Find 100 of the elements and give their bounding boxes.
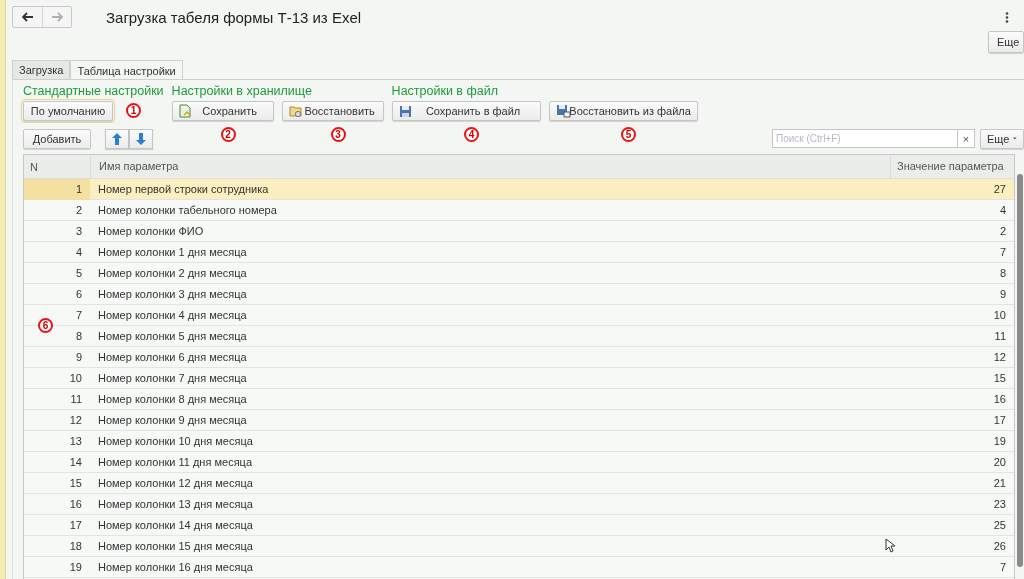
table-cell-text: 26 xyxy=(992,540,1007,552)
mouse-pointer-icon xyxy=(885,538,895,553)
table-cell-text: 6 xyxy=(74,288,83,300)
folder-gear-icon xyxy=(288,104,303,118)
table-cell-text: 7 xyxy=(998,246,1007,258)
table-cell-text: 15 xyxy=(992,372,1007,384)
table-cell-text: 23 xyxy=(992,498,1007,510)
table-cell-text: 18 xyxy=(68,540,83,552)
table-cell-text: 2 xyxy=(998,225,1007,237)
settings-button[interactable]: Сохранить в файл xyxy=(391,101,541,121)
table-cell: Номер колонки 3 дня месяца xyxy=(98,288,247,300)
annotation-marker: 3 xyxy=(330,127,346,142)
arrow-up-icon xyxy=(112,132,122,145)
table-cell-text: 13 xyxy=(68,435,83,447)
table-row[interactable]: 9 Номер колонки 6 дня месяца 12 xyxy=(24,347,1014,368)
caret-icon xyxy=(1013,137,1017,140)
table-row[interactable]: 5 Номер колонки 2 дня месяца 8 xyxy=(24,263,1014,284)
move-up-button[interactable] xyxy=(105,128,129,149)
arrow-right-icon xyxy=(51,12,63,22)
table-cell-text: 17 xyxy=(992,414,1007,426)
table-row[interactable]: 18 Номер колонки 15 дня месяца 26 xyxy=(24,536,1014,557)
table-cell: Номер колонки 2 дня месяца xyxy=(98,267,247,279)
table-cell-text: 8 xyxy=(74,330,83,342)
group-label: Стандартные настройки xyxy=(23,84,164,100)
table-cell: Номер колонки 9 дня месяца xyxy=(98,414,247,426)
table-cell: Номер колонки 13 дня месяца xyxy=(98,498,253,510)
table-cell-text: 21 xyxy=(992,477,1007,489)
settings-button[interactable]: Восстановить из файла xyxy=(548,101,698,121)
arrow-left-icon xyxy=(21,12,34,22)
annotation-marker: 2 xyxy=(220,127,236,142)
group-label: Настройки в файл xyxy=(391,84,499,100)
more-button[interactable]: Еще xyxy=(988,31,1024,53)
table-cell-text: 12 xyxy=(68,414,83,426)
table-cell-text: 10 xyxy=(992,309,1007,321)
table-cell: Номер колонки 8 дня месяца xyxy=(98,393,247,405)
table-cell-text: 3 xyxy=(74,225,83,237)
table-cell-text: 15 xyxy=(68,477,83,489)
column-header: Значение параметра xyxy=(890,155,1014,178)
menu-icon[interactable] xyxy=(1005,11,1009,23)
table-cell: Номер колонки 6 дня месяца xyxy=(98,351,247,363)
table-cell-text: 7 xyxy=(74,309,83,321)
table-cell-text: 11 xyxy=(993,330,1007,342)
table-cell: Номер колонки 10 дня месяца xyxy=(98,435,253,447)
group-label: Настройки в хранилище xyxy=(171,84,313,100)
search-field[interactable]: Поиск (Ctrl+F) xyxy=(772,129,958,148)
tab[interactable]: Загрузка xyxy=(12,60,71,79)
table-cell: Номер колонки 11 дня месяца xyxy=(98,456,252,468)
clear-button[interactable]: × xyxy=(958,129,975,148)
table-cell: Номер колонки 15 дня месяца xyxy=(98,540,253,552)
table-cell: 1 xyxy=(24,178,90,200)
table-cell-text: 5 xyxy=(74,267,83,279)
table-cell-text: 12 xyxy=(992,351,1007,363)
annotation-marker: 1 xyxy=(126,103,141,118)
floppy-disk-icon xyxy=(555,104,571,118)
table-cell-text: 2 xyxy=(74,204,83,216)
table-cell-text: 19 xyxy=(992,435,1007,447)
table-row[interactable]: 19 Номер колонки 16 дня месяца 7 xyxy=(24,557,1014,578)
table-row[interactable]: 12 Номер колонки 9 дня месяца 17 xyxy=(24,410,1014,431)
table-cell-text: 4 xyxy=(74,246,83,258)
table-cell-text: 7 xyxy=(998,561,1007,573)
document-icon xyxy=(178,104,191,118)
table-row[interactable]: 14 Номер колонки 11 дня месяца 20 xyxy=(24,452,1014,473)
table-cell: Номер колонки табельного номера xyxy=(98,204,277,216)
table-row[interactable]: 4 Номер колонки 1 дня месяца 7 xyxy=(24,242,1014,263)
table-cell-text: 27 xyxy=(992,183,1007,195)
table-row[interactable]: 10 Номер колонки 7 дня месяца 15 xyxy=(24,368,1014,389)
settings-button[interactable]: Сохранить xyxy=(171,101,274,121)
more-button[interactable]: Еще xyxy=(980,128,1024,149)
annotation-marker: 4 xyxy=(464,127,480,142)
table-cell-text: 16 xyxy=(68,498,83,510)
table-row[interactable]: 11 Номер колонки 8 дня месяца 16 xyxy=(24,389,1014,410)
window-title: Загрузка табеля формы Т-13 из Exel xyxy=(106,8,362,26)
move-down-button[interactable] xyxy=(129,128,153,149)
settings-button[interactable]: По умолчанию xyxy=(23,101,113,121)
settings-button[interactable]: Восстановить xyxy=(281,101,384,121)
table-cell: Номер колонки 4 дня месяца xyxy=(98,309,247,321)
tab[interactable]: Таблица настройки xyxy=(70,60,183,80)
table-cell-text: 14 xyxy=(68,456,83,468)
table-row[interactable]: 13 Номер колонки 10 дня месяца 19 xyxy=(24,431,1014,452)
table-row[interactable]: 16 Номер колонки 13 дня месяца 23 xyxy=(24,494,1014,515)
table-row[interactable]: 1 Номер первой строки сотрудника 27 xyxy=(24,179,1014,200)
table-row[interactable]: 6 Номер колонки 3 дня месяца 9 xyxy=(24,284,1014,305)
table-cell-text: 4 xyxy=(998,204,1007,216)
add-button[interactable]: Добавить xyxy=(23,128,91,149)
column-header: N xyxy=(29,160,39,173)
table-cell: Номер колонки 7 дня месяца xyxy=(98,372,247,384)
table-row[interactable]: 3 Номер колонки ФИО 2 xyxy=(24,221,1014,242)
table-cell-text: 11 xyxy=(69,393,83,405)
table-row[interactable]: 17 Номер колонки 14 дня месяца 25 xyxy=(24,515,1014,536)
table-cell: Номер колонки 12 дня месяца xyxy=(98,477,253,489)
table-cell-text: 19 xyxy=(68,561,83,573)
table-cell-text: 17 xyxy=(68,519,83,531)
table-cell: Номер колонки 5 дня месяца xyxy=(98,330,247,342)
table-row[interactable]: 15 Номер колонки 12 дня месяца 21 xyxy=(24,473,1014,494)
table-cell-text: 10 xyxy=(68,372,83,384)
table-cell: Номер колонки 14 дня месяца xyxy=(98,519,253,531)
table-row[interactable]: 2 Номер колонки табельного номера 4 xyxy=(24,200,1014,221)
table-cell: Номер колонки ФИО xyxy=(98,225,204,237)
table-cell-text: 9 xyxy=(998,288,1007,300)
table-cell-text: 16 xyxy=(992,393,1007,405)
